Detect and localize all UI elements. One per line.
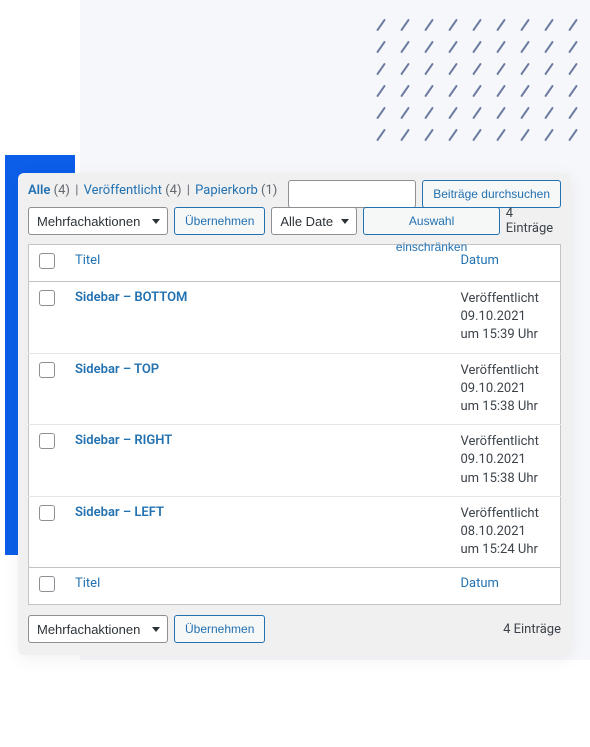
table-row: Sidebar – BOTTOM Veröffentlicht09.10.202… [29, 282, 561, 354]
entries-count-top: 4 Einträge [506, 206, 561, 236]
view-trash-link[interactable]: Papierkorb [195, 183, 258, 198]
search-button[interactable]: Beiträge durchsuchen [422, 180, 561, 208]
row-checkbox[interactable] [39, 362, 55, 378]
column-footer-date[interactable]: Datum [451, 568, 561, 605]
row-checkbox[interactable] [39, 505, 55, 521]
column-header-title[interactable]: Titel [65, 245, 451, 282]
post-title-link[interactable]: Sidebar – BOTTOM [75, 290, 187, 305]
view-all-count: (4) [54, 183, 70, 198]
top-actions-row: Mehrfachaktionen Übernehmen Alle Daten A… [28, 206, 561, 236]
row-checkbox[interactable] [39, 433, 55, 449]
posts-table: Titel Datum Sidebar – BOTTOM Veröffentli… [28, 244, 561, 605]
apply-bulk-button-bottom[interactable]: Übernehmen [174, 615, 265, 643]
separator: | [73, 183, 83, 198]
filter-button[interactable]: Auswahl einschränken [363, 207, 499, 235]
view-published-link[interactable]: Veröffentlicht [84, 183, 162, 198]
bulk-action-select[interactable]: Mehrfachaktionen [28, 207, 168, 235]
select-all-checkbox-footer[interactable] [39, 576, 55, 592]
entries-count-bottom: 4 Einträge [503, 622, 561, 637]
post-date: Veröffentlicht08.10.2021um 15:24 Uhr [451, 496, 561, 568]
post-title-link[interactable]: Sidebar – LEFT [75, 505, 164, 520]
post-date: Veröffentlicht09.10.2021um 15:38 Uhr [451, 425, 561, 497]
date-filter-select[interactable]: Alle Daten [271, 207, 357, 235]
table-row: Sidebar – TOP Veröffentlicht09.10.2021um… [29, 353, 561, 425]
post-date: Veröffentlicht09.10.2021um 15:39 Uhr [451, 282, 561, 354]
bulk-action-select-bottom[interactable]: Mehrfachaktionen [28, 615, 168, 643]
select-all-checkbox[interactable] [39, 253, 55, 269]
view-all-link[interactable]: Alle [28, 183, 50, 198]
posts-panel: Beiträge durchsuchen Alle (4) | Veröffen… [18, 173, 571, 655]
post-date: Veröffentlicht09.10.2021um 15:38 Uhr [451, 353, 561, 425]
separator: | [185, 183, 195, 198]
search-row: Beiträge durchsuchen [288, 180, 561, 208]
search-input[interactable] [288, 180, 416, 208]
column-footer-title[interactable]: Titel [65, 568, 451, 605]
post-title-link[interactable]: Sidebar – TOP [75, 362, 159, 377]
view-trash-count: (1) [261, 183, 277, 198]
table-row: Sidebar – LEFT Veröffentlicht08.10.2021u… [29, 496, 561, 568]
slash-pattern [374, 24, 584, 150]
table-row: Sidebar – RIGHT Veröffentlicht09.10.2021… [29, 425, 561, 497]
view-published-count: (4) [165, 183, 181, 198]
apply-bulk-button[interactable]: Übernehmen [174, 207, 265, 235]
bottom-actions-row: Mehrfachaktionen Übernehmen 4 Einträge [28, 615, 561, 643]
row-checkbox[interactable] [39, 290, 55, 306]
post-title-link[interactable]: Sidebar – RIGHT [75, 433, 172, 448]
